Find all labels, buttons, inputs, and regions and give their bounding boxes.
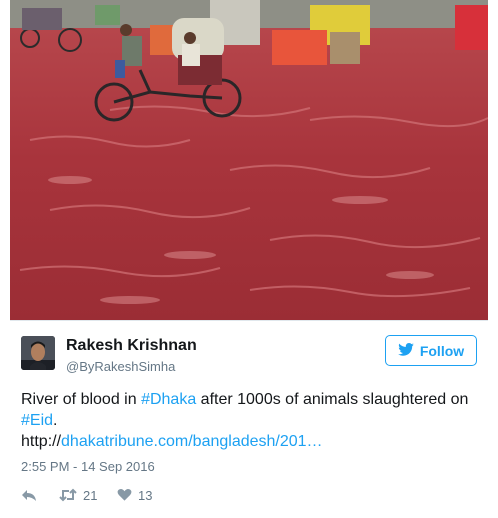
tweet-link[interactable]: http://dhakatribune.com/bangladesh/201… <box>21 433 323 450</box>
retweet-count: 21 <box>83 487 98 503</box>
follow-button[interactable]: Follow <box>385 335 477 366</box>
tweet-link-url[interactable]: dhakatribune.com/bangladesh/201… <box>61 433 323 450</box>
tweet-actions: 21 13 <box>21 485 152 505</box>
retweet-icon <box>59 488 77 502</box>
tweet-text: River of blood in #Dhaka after 1000s of … <box>21 389 481 452</box>
tweet-photo[interactable] <box>10 0 488 320</box>
reply-button[interactable] <box>21 488 59 502</box>
tweet-text-part: River of blood in <box>21 391 142 408</box>
hashtag-eid[interactable]: #Eid <box>21 412 53 429</box>
card-divider <box>10 320 488 321</box>
author-name[interactable]: Rakesh Krishnan <box>66 337 197 355</box>
follow-label: Follow <box>419 342 465 359</box>
like-count: 13 <box>138 487 153 503</box>
author-handle[interactable]: @ByRakeshSimha <box>66 359 175 374</box>
tweet-timestamp[interactable]: 2:55 PM - 14 Sep 2016 <box>21 459 155 474</box>
retweet-button[interactable]: 21 <box>59 488 117 503</box>
avatar[interactable] <box>21 336 55 370</box>
tweet-text-part: after 1000s of animals slaughtered on <box>196 391 469 408</box>
like-button[interactable]: 13 <box>117 488 152 503</box>
heart-icon <box>117 488 132 502</box>
reply-icon <box>21 488 37 502</box>
tweet-text-part: . <box>53 412 58 429</box>
hashtag-dhaka[interactable]: #Dhaka <box>141 391 196 408</box>
twitter-bird-icon <box>398 342 414 359</box>
